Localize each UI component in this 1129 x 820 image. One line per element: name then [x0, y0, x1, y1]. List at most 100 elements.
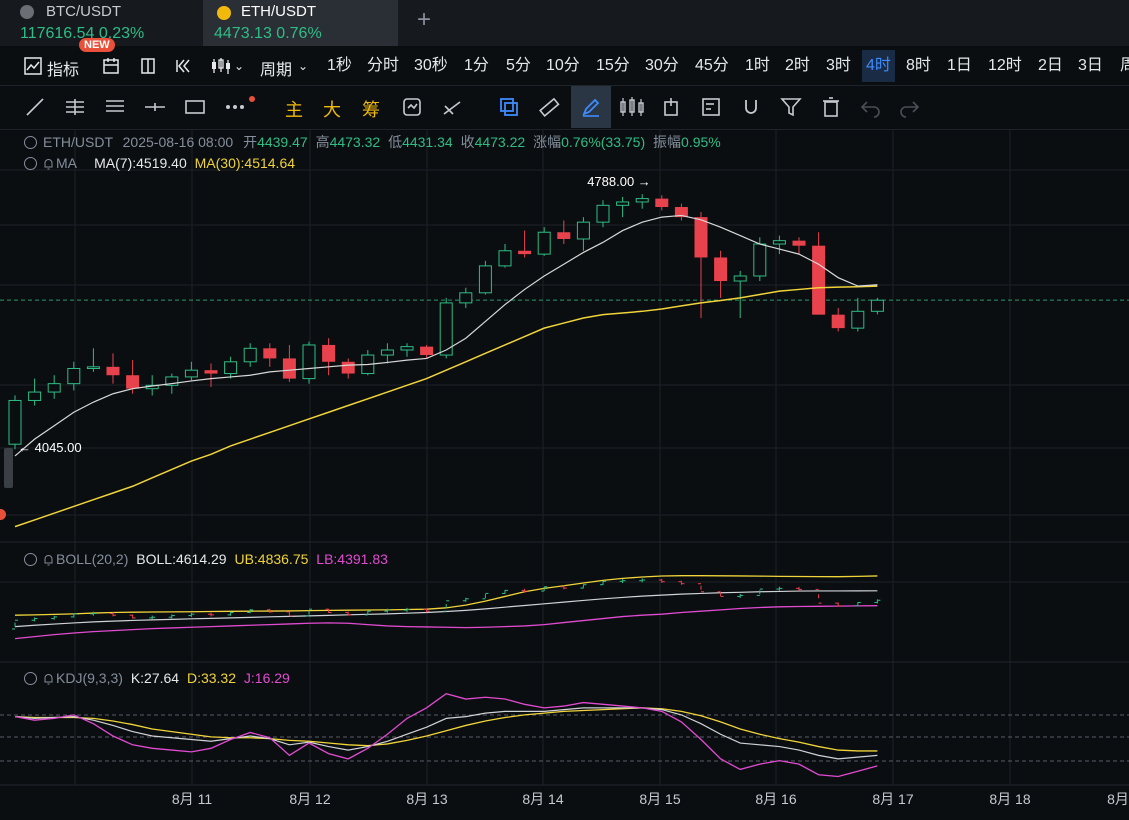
tab-price: 4473.13 0.76%	[214, 25, 322, 42]
candle-body-39	[772, 240, 786, 245]
btc-coin-icon	[20, 5, 34, 19]
collapse-icon[interactable]	[24, 672, 37, 685]
period-11[interactable]: 3时	[822, 50, 855, 82]
pen-draw-icon[interactable]	[580, 96, 602, 118]
candle-body-24	[478, 265, 492, 294]
period-7[interactable]: 30分	[641, 50, 683, 82]
tab-symbol: ETH/USDT	[241, 3, 316, 20]
period-18[interactable]: 周	[1116, 50, 1129, 82]
candle-body-9	[184, 369, 198, 378]
period-13[interactable]: 8时	[902, 50, 935, 82]
filter-icon[interactable]	[780, 96, 802, 118]
tab-symbol: BTC/USDT	[46, 3, 121, 20]
indicator-chart-icon[interactable]	[24, 57, 42, 75]
position-icon[interactable]	[660, 96, 682, 118]
candle-body-10	[204, 370, 218, 374]
split-layout-icon[interactable]	[139, 57, 157, 75]
candlestick-chart[interactable]: 4788.00 → ← 4045.00 8月 11 8月 12 8月 13 8月 14 8月…	[0, 130, 1129, 820]
candle-body-0	[8, 399, 22, 445]
period-6[interactable]: 15分	[592, 50, 634, 82]
parallel-line-icon[interactable]	[64, 96, 86, 118]
more-tools-icon[interactable]	[224, 96, 246, 118]
note-edit-icon[interactable]	[700, 96, 722, 118]
scroll-handle[interactable]	[4, 448, 13, 488]
bell-icon[interactable]	[43, 158, 54, 170]
period-9[interactable]: 1时	[741, 50, 774, 82]
period-5[interactable]: 10分	[542, 50, 584, 82]
candle-body-3	[67, 368, 81, 385]
redo-icon[interactable]	[899, 96, 921, 118]
collapse-icon[interactable]	[24, 157, 37, 170]
main-indicator-toggle[interactable]: 主	[285, 96, 303, 122]
period-12[interactable]: 4时	[862, 50, 895, 82]
period-4[interactable]: 5分	[502, 50, 535, 82]
candle-body-36	[714, 257, 728, 282]
boll-legend: BOLL(20,2) BOLL:4614.29 UB:4836.75 LB:43…	[24, 551, 388, 567]
kdj-k-line	[14, 707, 878, 760]
ruler-icon[interactable]	[538, 96, 560, 118]
candle-body-11	[224, 361, 238, 375]
tab-eth-usdt[interactable]: ETH/USDT 4473.13 0.76%	[203, 0, 398, 46]
chip-toggle[interactable]: 筹	[362, 96, 380, 122]
period-dropdown[interactable]: 周期	[260, 56, 292, 80]
calendar-layout-icon[interactable]	[102, 57, 120, 75]
trash-icon[interactable]	[820, 96, 842, 118]
candle-body-44	[870, 299, 884, 312]
rewind-icon[interactable]	[175, 57, 193, 75]
kdj-legend: KDJ(9,3,3) K:27.64 D:33.32 J:16.29	[24, 670, 290, 686]
period-2[interactable]: 30秒	[410, 50, 452, 82]
period-8[interactable]: 45分	[691, 50, 733, 82]
collapse-icon[interactable]	[24, 136, 37, 149]
x-tick-1: 8月 12	[289, 791, 330, 807]
candle-body-23	[459, 292, 473, 304]
candle-body-16	[322, 344, 336, 362]
horizontal-line-icon[interactable]	[144, 96, 166, 118]
period-16[interactable]: 2日	[1034, 50, 1067, 82]
candle-body-20	[400, 346, 414, 351]
fib-lines-icon[interactable]	[104, 96, 126, 118]
candle-body-40	[792, 240, 806, 246]
add-tab-icon[interactable]: +	[417, 6, 431, 34]
big-order-toggle[interactable]: 大	[323, 96, 341, 122]
tab-btc-usdt[interactable]: BTC/USDT 117616.54 0.23% NEW	[0, 0, 202, 52]
candle-pattern-icon[interactable]	[619, 96, 645, 118]
ohlc-legend: ETH/USDT 2025-08-16 08:00 开4439.47 高4473…	[24, 132, 721, 152]
period-15[interactable]: 12时	[984, 50, 1026, 82]
period-0[interactable]: 1秒	[323, 50, 356, 82]
chevron-down-icon[interactable]: ⌄	[234, 59, 244, 73]
collapse-icon[interactable]	[24, 553, 37, 566]
candle-body-2	[47, 383, 61, 393]
candle-body-5	[106, 366, 120, 376]
kdj-d-line	[14, 707, 878, 752]
bell-icon[interactable]	[43, 673, 54, 685]
symbol-tab-bar: BTC/USDT 117616.54 0.23% NEW ETH/USDT 44…	[0, 0, 1129, 52]
candle-type-icon[interactable]	[210, 57, 234, 75]
candle-body-38	[753, 243, 767, 277]
magnet-icon[interactable]	[740, 96, 762, 118]
ma-legend: MA MA(7):4519.40 MA(30):4514.64	[24, 155, 295, 171]
replay-icon[interactable]	[401, 96, 423, 118]
candle-body-1	[28, 391, 42, 401]
x-tick-4: 8月 15	[639, 791, 680, 807]
candle-body-31	[616, 201, 630, 206]
candle-body-33	[655, 198, 669, 208]
chevron-down-icon[interactable]: ⌄	[298, 59, 308, 73]
trend-line-icon[interactable]	[24, 96, 46, 118]
rectangle-icon[interactable]	[184, 96, 206, 118]
indicators-button[interactable]: 指标	[47, 56, 79, 80]
candle-body-42	[831, 314, 845, 329]
period-3[interactable]: 1分	[460, 50, 493, 82]
x-tick-0: 8月 11	[172, 791, 212, 807]
candle-body-15	[302, 344, 316, 380]
period-17[interactable]: 3日	[1074, 50, 1107, 82]
period-1[interactable]: 分时	[363, 50, 403, 82]
copy-window-icon[interactable]	[498, 96, 520, 118]
candle-body-4	[86, 366, 100, 370]
undo-icon[interactable]	[859, 96, 881, 118]
period-toolbar: 指标 ⌄ 周期 ⌄ 1秒 分时 30秒 1分 5分 10分 15分 30分 45分 1时 2时 3时 4…	[0, 46, 1129, 86]
measure-icon[interactable]	[441, 96, 463, 118]
bell-icon[interactable]	[43, 554, 54, 566]
candle-body-25	[498, 250, 512, 267]
period-14[interactable]: 1日	[943, 50, 976, 82]
period-10[interactable]: 2时	[781, 50, 814, 82]
